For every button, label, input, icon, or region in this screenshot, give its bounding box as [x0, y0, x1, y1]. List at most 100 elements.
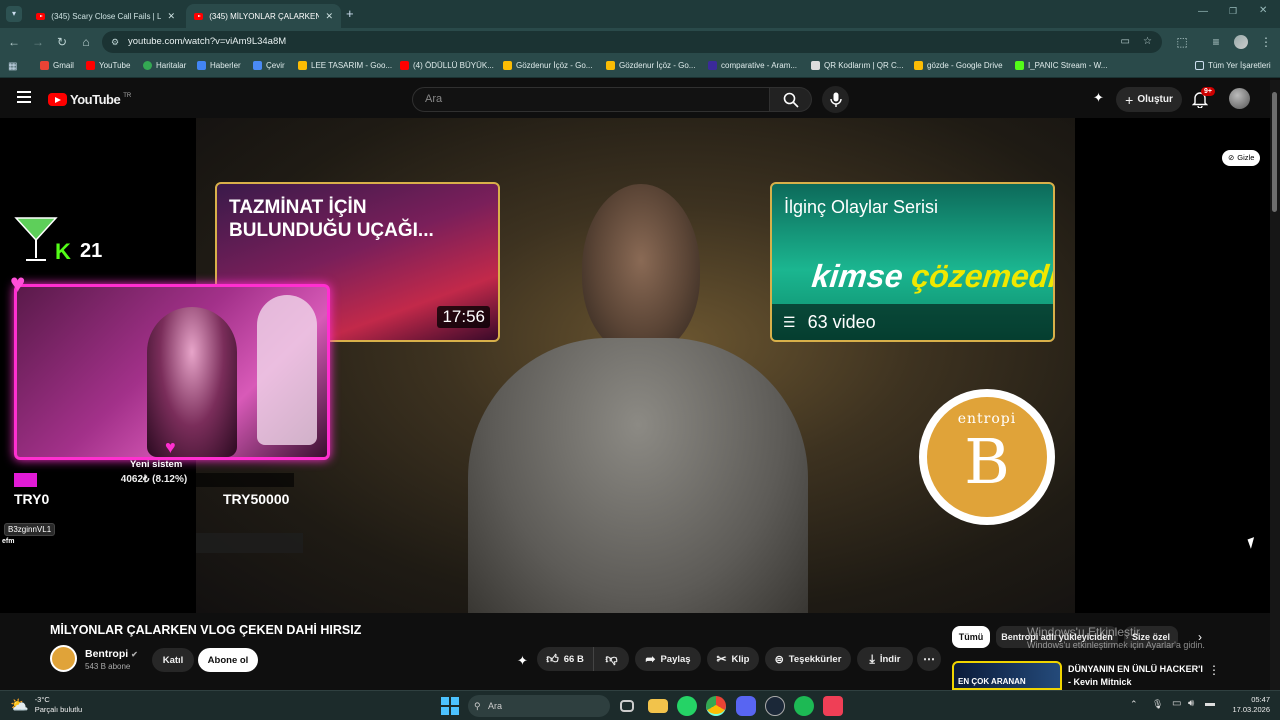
- page-scrollbar[interactable]: [1270, 80, 1280, 690]
- recommended-thumbnail[interactable]: EN ÇOK ARANAN: [952, 661, 1062, 690]
- start-button[interactable]: [440, 696, 460, 716]
- endcard-video-title: TAZMİNAT İÇİN BULUNDUĞU UÇAĞI...: [229, 197, 434, 241]
- forward-arrow-icon[interactable]: →: [30, 34, 46, 50]
- spotify-icon[interactable]: [794, 696, 814, 716]
- share-arrow-icon: ➦: [645, 652, 656, 666]
- dislike-button[interactable]: 👎︎: [593, 647, 629, 671]
- battery-icon[interactable]: ▬: [1205, 698, 1215, 709]
- new-tab-button[interactable]: +: [346, 6, 354, 21]
- presenter-head: [582, 184, 700, 354]
- share-button[interactable]: ➦ Paylaş: [635, 647, 701, 671]
- all-bookmarks[interactable]: Tüm Yer İşaretleri: [1195, 61, 1271, 70]
- channel-avatar[interactable]: [50, 645, 77, 672]
- tab-search-button[interactable]: ▾: [6, 6, 22, 22]
- notifications-button[interactable]: 9+: [1191, 87, 1215, 110]
- tab-current-video[interactable]: (345) MİLYONLAR ÇALARKEN V ✕: [186, 4, 341, 28]
- bookmark-gozdenur-2[interactable]: Gözdenur İçöz - Go...: [606, 61, 695, 70]
- hide-button[interactable]: ⊘ Gizle: [1222, 150, 1261, 166]
- taskbar-search[interactable]: ⚲ Ara: [468, 695, 610, 717]
- volume-icon[interactable]: 🔊︎: [1188, 698, 1194, 709]
- youtube-logo[interactable]: YouTube TR: [48, 92, 131, 107]
- partly-cloudy-icon: ⛅: [10, 697, 29, 714]
- voice-search-button[interactable]: [822, 86, 849, 113]
- chrome-icon[interactable]: [706, 696, 726, 716]
- close-icon[interactable]: ✕: [167, 11, 175, 22]
- heart-icon: ♥: [10, 268, 26, 298]
- join-button[interactable]: Katıl: [152, 648, 194, 672]
- reading-list-icon[interactable]: ≡: [1208, 34, 1224, 50]
- create-button[interactable]: + Oluştur: [1116, 87, 1182, 112]
- bookmark-comparative[interactable]: comparative - Aram...: [708, 61, 797, 70]
- more-options-icon[interactable]: ⋮: [1208, 663, 1220, 677]
- k-icon: [708, 61, 717, 70]
- recommended-title[interactable]: DÜNYANIN EN ÜNLÜ HACKER'I - Kevin Mitnic…: [1068, 663, 1208, 689]
- cast-icon[interactable]: ▭: [1121, 31, 1130, 53]
- bookmark-lee[interactable]: LEE TASARIM - Goo...: [298, 61, 392, 70]
- maximize-icon[interactable]: ❐: [1229, 6, 1237, 17]
- bookmark-qr[interactable]: QR Kodlarım | QR C...: [811, 61, 903, 70]
- more-actions-button[interactable]: ⋯: [917, 647, 941, 671]
- scrollbar-thumb[interactable]: [1272, 92, 1277, 212]
- home-icon[interactable]: ⌂: [78, 34, 94, 50]
- profile-avatar[interactable]: [1234, 35, 1248, 49]
- network-icon[interactable]: ▭: [1172, 698, 1181, 709]
- hamburger-menu-icon[interactable]: [17, 91, 31, 103]
- bookmark-youtube[interactable]: YouTube: [86, 61, 130, 70]
- discord-icon[interactable]: [736, 696, 756, 716]
- bookmark-maps[interactable]: Haritalar: [143, 61, 186, 70]
- like-button[interactable]: 👍︎ 66 B: [537, 647, 593, 671]
- endcard-playlist[interactable]: İlginç Olaylar Serisi kimse çözemedi ☰ 6…: [770, 182, 1055, 342]
- news-icon: [197, 61, 206, 70]
- pocket-icon[interactable]: [823, 696, 843, 716]
- bookmark-star-icon[interactable]: ☆: [1143, 31, 1152, 53]
- tab-scary-fails[interactable]: (345) Scary Close Call Fails | Luc ✕: [28, 4, 183, 28]
- eye-off-icon: ⊘: [1228, 153, 1235, 162]
- kick-icon: [1015, 61, 1024, 70]
- whatsapp-icon[interactable]: [677, 696, 697, 716]
- youtube-icon: [86, 61, 95, 70]
- close-icon[interactable]: ✕: [325, 11, 333, 22]
- clock[interactable]: 05:47 17.03.2026: [1226, 695, 1270, 715]
- steam-icon[interactable]: [765, 696, 785, 716]
- dark-caption-bar: [196, 533, 303, 553]
- bookmark-drive[interactable]: gözde - Google Drive: [914, 61, 1003, 70]
- gem-icon[interactable]: ✦: [517, 653, 528, 669]
- file-explorer-icon[interactable]: [648, 699, 668, 713]
- extensions-icon[interactable]: ⬚: [1174, 34, 1190, 50]
- thanks-button[interactable]: ⊜ Teşekkürler: [765, 647, 851, 671]
- scissors-icon: ✂: [716, 652, 727, 666]
- bookmark-translate[interactable]: Çevir: [253, 61, 285, 70]
- bookmark-odullu[interactable]: (4) ÖDÜLLÜ BÜYÜK...: [400, 61, 494, 70]
- menu-kebab-icon[interactable]: ⋮: [1258, 34, 1274, 50]
- channel-name[interactable]: Bentropi ✔: [85, 648, 138, 660]
- playlist-count-bar: ☰ 63 video: [772, 304, 1053, 340]
- account-avatar[interactable]: [1229, 88, 1250, 109]
- gem-icon[interactable]: ✦: [1093, 90, 1104, 106]
- microphone-icon[interactable]: 🎙︎: [1152, 699, 1163, 710]
- channel-subscribe-logo[interactable]: entropi B: [919, 389, 1055, 525]
- mannequin-figure: [257, 295, 317, 445]
- chip-all[interactable]: Tümü: [952, 626, 990, 648]
- address-bar[interactable]: ⚙ youtube.com/watch?v=viAm9L34a8M ▭ ☆: [102, 31, 1162, 53]
- download-button[interactable]: ⤓ İndir: [857, 647, 913, 671]
- minimize-icon[interactable]: —: [1198, 6, 1208, 17]
- bookmark-gozdenur-1[interactable]: Gözdenur İçöz - Go...: [503, 61, 592, 70]
- download-icon: ⤓: [869, 651, 875, 666]
- apps-grid-icon[interactable]: ▦: [8, 61, 17, 72]
- back-arrow-icon[interactable]: ←: [6, 34, 22, 50]
- subscribe-button[interactable]: Abone ol: [198, 648, 258, 672]
- bookmark-ipanic[interactable]: I_PANIC Stream - W...: [1015, 61, 1107, 70]
- maps-icon: [143, 61, 152, 70]
- task-view-icon[interactable]: [620, 700, 634, 712]
- bookmark-news[interactable]: Haberler: [197, 61, 241, 70]
- reload-icon[interactable]: ↻: [54, 34, 70, 50]
- bookmark-gmail[interactable]: Gmail: [40, 61, 74, 70]
- tray-chevron-icon[interactable]: ⌃: [1130, 699, 1138, 710]
- close-window-icon[interactable]: ✕: [1259, 5, 1267, 16]
- weather-widget[interactable]: ⛅ -3°C Parçalı bulutlu: [10, 695, 82, 715]
- clip-button[interactable]: ✂ Klip: [707, 647, 759, 671]
- search-button[interactable]: [770, 87, 812, 112]
- video-player[interactable]: ⊘ Gizle TAZMİNAT İÇİN BULUNDUĞU UÇAĞI... …: [0, 118, 1270, 613]
- search-input[interactable]: Ara: [412, 87, 770, 112]
- site-info-icon[interactable]: ⚙: [111, 31, 119, 53]
